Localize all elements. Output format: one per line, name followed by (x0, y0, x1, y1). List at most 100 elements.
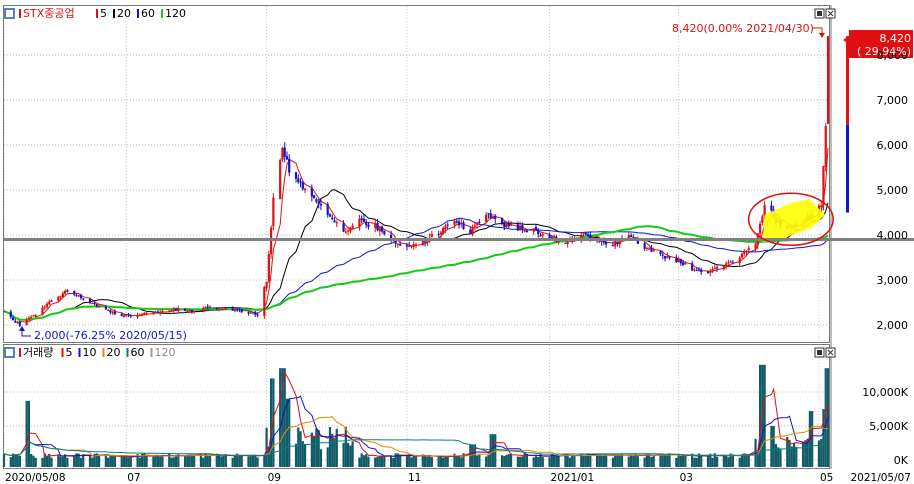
volume-bar (722, 454, 725, 467)
candle-body (521, 225, 524, 230)
candle-body (611, 245, 615, 247)
volume-bar (661, 453, 664, 467)
volume-bar (18, 455, 21, 467)
price-legend-ma-label: 5 (100, 7, 107, 20)
volume-bar (129, 457, 132, 467)
candle-body (249, 312, 252, 314)
candle-body (346, 230, 350, 232)
candle-body (684, 263, 687, 265)
volume-bar (677, 454, 680, 467)
volume-bar (310, 432, 313, 467)
volume-bar (675, 457, 678, 467)
volume-bar (233, 455, 237, 467)
candle-body (32, 315, 35, 317)
volume-bar (263, 454, 266, 467)
candle-body (34, 314, 37, 317)
volume-bar (358, 457, 361, 467)
volume-bar (254, 454, 257, 467)
volume-bar (315, 428, 318, 467)
volume-bar (505, 454, 508, 467)
volume-bar (679, 455, 682, 467)
time-tick-label: 11 (408, 472, 421, 484)
candle-body (342, 223, 345, 232)
candle-body (446, 224, 449, 226)
volume-bar (152, 456, 155, 467)
candle-body (693, 269, 696, 271)
volume-legend-ma-label: 20 (107, 346, 121, 359)
volume-bar (45, 455, 49, 467)
candle-body (727, 262, 730, 264)
candle-body (351, 225, 354, 229)
candle-body (487, 213, 490, 215)
candle-body (283, 147, 286, 157)
candle-body (48, 301, 51, 305)
volume-bar (349, 445, 352, 467)
candle-body (30, 316, 33, 319)
candle-body (460, 222, 463, 224)
volume-bar (186, 454, 189, 467)
candle-body (217, 309, 221, 311)
candle-body (61, 293, 64, 298)
candle-body (394, 241, 397, 244)
volume-bar (611, 457, 615, 467)
candle-body (500, 217, 504, 224)
volume-bar (145, 456, 148, 467)
volume-bar (360, 453, 363, 467)
volume-bar (285, 398, 289, 467)
time-tick-label: 07 (127, 472, 140, 484)
candle-body (722, 266, 725, 270)
volume-bar (700, 455, 703, 467)
candle-body (344, 231, 347, 233)
volume-bar (313, 435, 316, 467)
volume-bar (303, 443, 307, 467)
volume-bar (206, 455, 209, 467)
candle-body (14, 320, 17, 323)
candle-body (120, 313, 123, 317)
low-annotation: 2,000(-76.25% 2020/05/15) (34, 329, 187, 342)
price-legend-ma-marker (113, 9, 115, 18)
volume-bar (2, 453, 6, 467)
candle-body (285, 156, 289, 160)
volume-bar (600, 455, 603, 467)
time-tick-label: 09 (268, 472, 281, 484)
volume-bar (249, 456, 252, 467)
candle-body (11, 317, 15, 321)
candle-body (652, 250, 655, 252)
volume-bar (727, 457, 730, 467)
candle-body (143, 312, 146, 315)
volume-bar (738, 457, 741, 467)
stock-chart: 2,0003,0004,0005,0006,0007,0008,0000K5,0… (0, 0, 914, 484)
volume-bar (125, 456, 128, 467)
volume-legend-label: 거래량 (23, 346, 53, 359)
candle-body (408, 245, 411, 247)
candle-body (539, 235, 542, 237)
time-tick-label: 03 (680, 472, 693, 484)
volume-bar (745, 454, 748, 467)
volume-legend-ma-marker (126, 348, 129, 357)
candle-body (713, 267, 716, 269)
candle-body (405, 245, 409, 247)
volume-bar (41, 457, 44, 467)
volume-bar (34, 457, 37, 467)
price-legend-label: STX중공업 (23, 7, 75, 20)
volume-bar (652, 455, 655, 467)
candle-body (82, 298, 85, 300)
volume-bar (224, 454, 227, 467)
candle-body (820, 205, 823, 208)
price-tick-label: 6,000 (877, 139, 909, 152)
volume-bar (408, 455, 411, 467)
candle-body (743, 252, 746, 254)
candle-body (122, 315, 126, 317)
candle-body (367, 224, 370, 227)
candle-body (439, 232, 443, 235)
volume-bar (256, 457, 259, 467)
candle-body (715, 267, 719, 269)
volume-bar (238, 455, 241, 467)
candle-body (682, 262, 685, 266)
volume-bar (346, 442, 350, 467)
volume-legend-ma-marker (150, 348, 153, 357)
volume-bar (120, 456, 123, 467)
volume-bar (817, 440, 821, 467)
candle-body (421, 240, 424, 246)
volume-bar (412, 456, 415, 467)
